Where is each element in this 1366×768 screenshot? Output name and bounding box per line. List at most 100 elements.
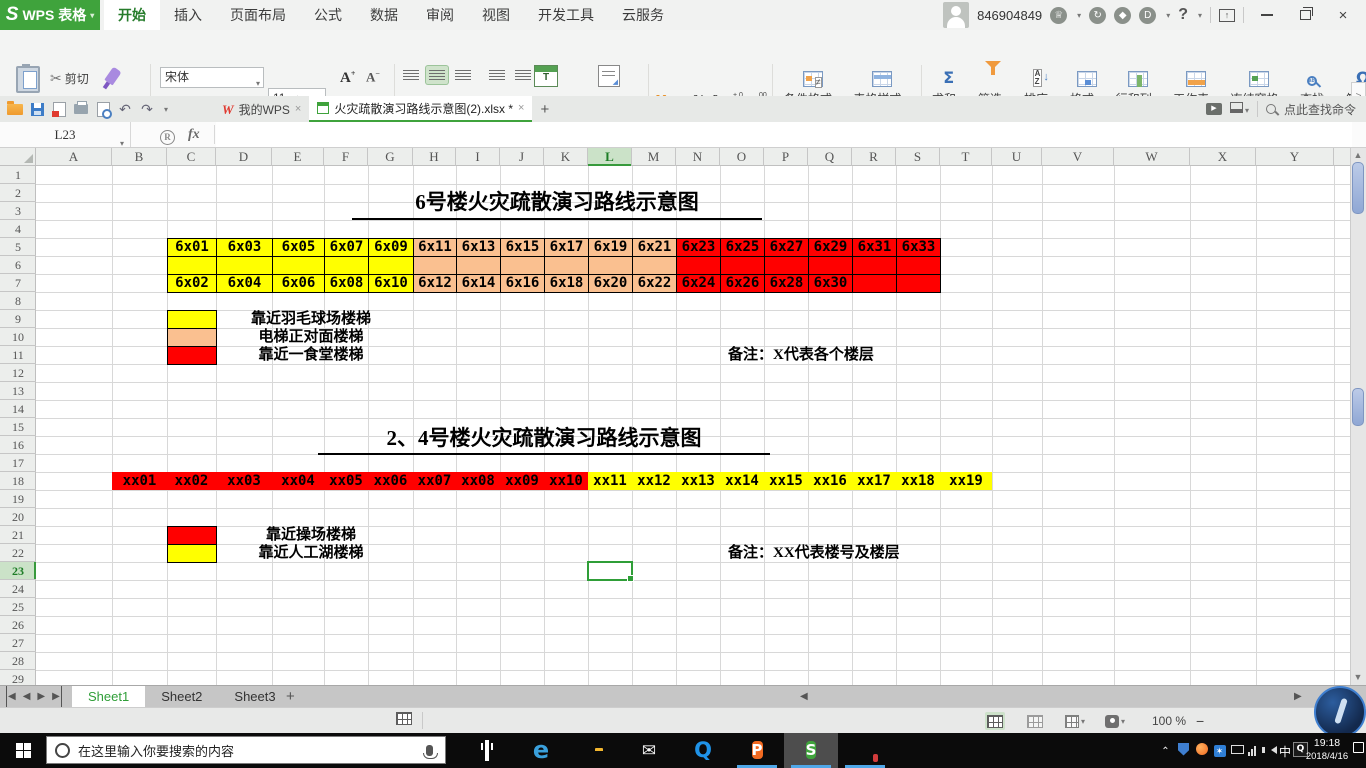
qq-browser-button[interactable]: Q [676, 733, 730, 768]
room-cell[interactable]: 6x21 [632, 238, 677, 257]
minimize-button[interactable] [1252, 0, 1282, 30]
column-header-L[interactable]: L [588, 148, 632, 166]
scroll-down-icon[interactable]: ▼ [1352, 672, 1364, 682]
room-cell[interactable]: 6x12 [413, 274, 457, 293]
row-header-27[interactable]: 27 [0, 634, 36, 652]
row-header-8[interactable]: 8 [0, 292, 36, 310]
help-button[interactable]: ? [1178, 6, 1188, 24]
room-cell[interactable]: 6x33 [896, 238, 941, 257]
room-cell[interactable]: xx13 [676, 472, 720, 490]
room-cell[interactable]: xx15 [764, 472, 808, 490]
column-header-H[interactable]: H [413, 148, 456, 166]
wps-spreadsheet-button[interactable]: S [784, 733, 838, 768]
room-cell[interactable] [852, 274, 897, 293]
room-cell[interactable]: xx18 [896, 472, 940, 490]
start-button[interactable] [0, 733, 46, 768]
normal-view-button[interactable] [985, 712, 1005, 730]
room-cell[interactable]: 6x13 [456, 238, 501, 257]
room-cell[interactable] [167, 256, 217, 275]
room-cell[interactable]: xx17 [852, 472, 896, 490]
row-header-24[interactable]: 24 [0, 580, 36, 598]
globe-icon[interactable] [1194, 743, 1209, 758]
row-header-1[interactable]: 1 [0, 166, 36, 184]
first-sheet-icon[interactable]: ◀ [6, 686, 16, 707]
room-cell[interactable]: 6x20 [588, 274, 633, 293]
row-header-17[interactable]: 17 [0, 454, 36, 472]
room-cell[interactable]: 6x29 [808, 238, 853, 257]
zoom-out-button[interactable]: − [1196, 713, 1204, 729]
edge-button[interactable]: e [514, 733, 568, 768]
star-icon[interactable]: ✶ [1212, 745, 1227, 757]
sheet-tab-Sheet1[interactable]: Sheet1 [72, 686, 145, 708]
room-cell[interactable] [368, 256, 414, 275]
room-cell[interactable]: 6x06 [272, 274, 325, 293]
column-header-V[interactable]: V [1042, 148, 1114, 166]
column-header-Q[interactable]: Q [808, 148, 852, 166]
room-cell[interactable] [216, 256, 273, 275]
room-cell[interactable] [896, 256, 941, 275]
sheet-tab-Sheet2[interactable]: Sheet2 [145, 686, 218, 708]
video-tutorial-icon[interactable]: ▶ [1206, 103, 1222, 115]
last-sheet-icon[interactable]: ▶ [52, 686, 62, 707]
column-header-T[interactable]: T [940, 148, 992, 166]
wps-presentation-button[interactable]: P [730, 733, 784, 768]
room-cell[interactable]: 6x08 [324, 274, 369, 293]
layout-switch-button[interactable]: ▾ [1230, 100, 1249, 118]
row-header-29[interactable]: 29 [0, 670, 36, 685]
column-header-O[interactable]: O [720, 148, 764, 166]
room-cell[interactable]: 6x07 [324, 238, 369, 257]
align-middle-button[interactable] [426, 66, 448, 84]
tab-document[interactable]: 火灾疏散演习路线示意图(2).xlsx * × [309, 96, 532, 122]
room-cell[interactable]: 6x05 [272, 238, 325, 257]
row-header-6[interactable]: 6 [0, 256, 36, 274]
feedback-icon[interactable]: ↻ [1089, 7, 1106, 24]
menu-tab-开始[interactable]: 开始 [104, 0, 160, 30]
user-avatar[interactable] [943, 2, 969, 28]
room-cell[interactable] [764, 256, 809, 275]
page-layout-button[interactable]: ▾ [1065, 712, 1085, 730]
column-header-G[interactable]: G [368, 148, 413, 166]
row-header-15[interactable]: 15 [0, 418, 36, 436]
menu-tab-审阅[interactable]: 审阅 [412, 0, 468, 30]
new-tab-button[interactable]: + [532, 96, 557, 122]
column-header-I[interactable]: I [456, 148, 500, 166]
chevron-up-icon[interactable]: ⌃ [1158, 745, 1173, 757]
room-cell[interactable]: xx05 [324, 472, 368, 490]
room-cell[interactable] [676, 256, 721, 275]
export-pdf-button[interactable] [48, 96, 70, 122]
decrease-indent-button[interactable] [486, 66, 508, 84]
room-cell[interactable]: 6x16 [500, 274, 545, 293]
font-name-select[interactable]: 宋体▾ [160, 67, 264, 88]
menu-tab-视图[interactable]: 视图 [468, 0, 524, 30]
add-sheet-button[interactable]: + [286, 686, 295, 708]
room-cell[interactable]: 6x22 [632, 274, 677, 293]
row-header-16[interactable]: 16 [0, 436, 36, 454]
room-cell[interactable]: 6x09 [368, 238, 414, 257]
close-icon[interactable]: × [518, 102, 524, 114]
room-cell[interactable] [588, 256, 633, 275]
row-header-19[interactable]: 19 [0, 490, 36, 508]
increase-indent-button[interactable] [512, 66, 534, 84]
room-cell[interactable] [324, 256, 369, 275]
paste-options-icon[interactable] [396, 712, 412, 730]
room-cell[interactable]: xx16 [808, 472, 852, 490]
row-header-2[interactable]: 2 [0, 184, 36, 202]
align-top-button[interactable] [400, 66, 422, 84]
hscroll-right-icon[interactable]: ▶ [1294, 686, 1302, 707]
row-header-12[interactable]: 12 [0, 364, 36, 382]
room-cell[interactable] [896, 274, 941, 293]
section2-title[interactable]: 2、4号楼火灾疏散演习路线示意图 [318, 424, 770, 455]
column-header-N[interactable]: N [676, 148, 720, 166]
restore-button[interactable] [1290, 0, 1320, 30]
close-button[interactable]: × [1328, 0, 1358, 30]
floating-avatar[interactable] [1314, 686, 1366, 738]
row-header-20[interactable]: 20 [0, 508, 36, 526]
task-view-button[interactable] [460, 733, 514, 768]
room-cell[interactable] [500, 256, 545, 275]
room-cell[interactable]: 6x26 [720, 274, 765, 293]
vertical-scrollbar-thumb[interactable] [1352, 162, 1364, 214]
docer-icon[interactable]: D [1139, 7, 1156, 24]
insert-function-button[interactable]: fx [188, 122, 200, 147]
room-cell[interactable] [852, 256, 897, 275]
row-header-26[interactable]: 26 [0, 616, 36, 634]
